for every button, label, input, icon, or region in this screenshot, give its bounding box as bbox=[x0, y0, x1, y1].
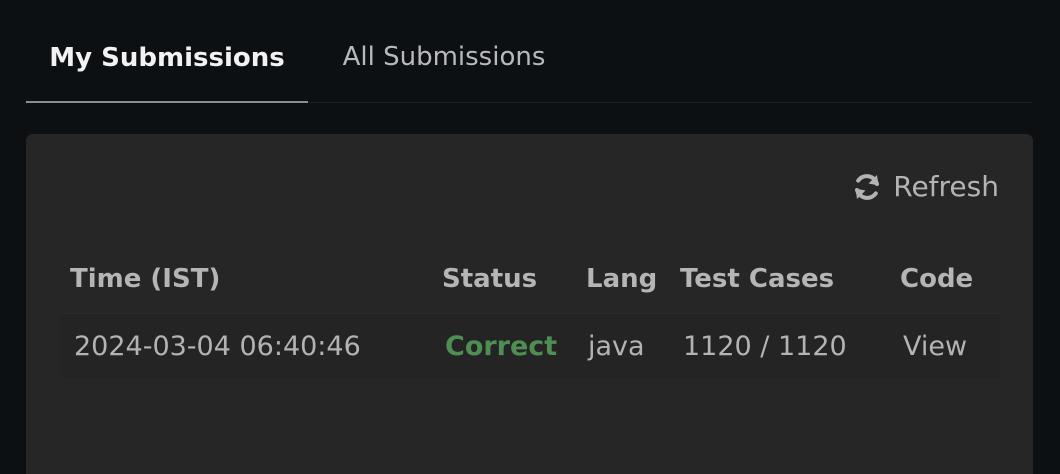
table-header: Time (IST) Status Lang Test Cases Code bbox=[60, 244, 1000, 314]
submissions-panel: Refresh Time (IST) Status Lang Test Case… bbox=[26, 134, 1033, 474]
submission-time: 2024-03-04 06:40:46 bbox=[74, 330, 361, 362]
refresh-label: Refresh bbox=[893, 170, 999, 203]
submissions-view: My Submissions All Submissions Refresh T… bbox=[0, 0, 1060, 474]
header-code: Code bbox=[900, 263, 974, 294]
status-badge: Correct bbox=[445, 330, 558, 362]
submissions-table: Time (IST) Status Lang Test Cases Code 2… bbox=[60, 244, 1000, 378]
tab-my-submissions[interactable]: My Submissions bbox=[26, 0, 308, 103]
refresh-icon bbox=[851, 171, 883, 203]
header-test-cases: Test Cases bbox=[680, 263, 835, 294]
refresh-button[interactable]: Refresh bbox=[851, 170, 999, 203]
view-code-link[interactable]: View bbox=[903, 314, 967, 378]
header-status: Status bbox=[442, 263, 538, 294]
table-row: 2024-03-04 06:40:46 Correct java 1120 / … bbox=[60, 314, 1000, 378]
submission-tabs: My Submissions All Submissions bbox=[26, 0, 1032, 103]
tab-label: My Submissions bbox=[49, 42, 285, 73]
header-time: Time (IST) bbox=[70, 263, 221, 294]
tab-all-submissions[interactable]: All Submissions bbox=[308, 0, 580, 103]
submission-test-cases: 1120 / 1120 bbox=[683, 330, 847, 362]
header-lang: Lang bbox=[586, 263, 658, 294]
submission-lang: java bbox=[588, 330, 645, 362]
tab-label: All Submissions bbox=[342, 41, 546, 72]
